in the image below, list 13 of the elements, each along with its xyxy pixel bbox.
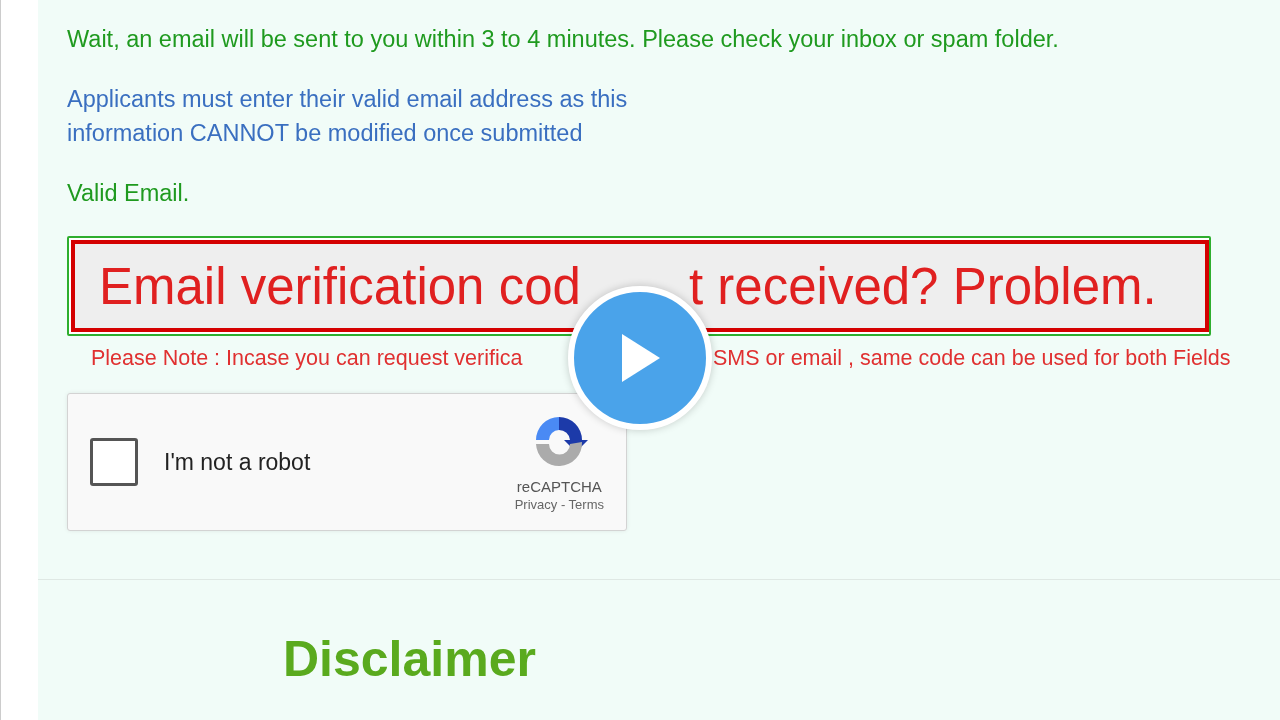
message-text: Wait, an email will be sent to you within 3 to 4 minutes. Please check your inbox or spam folder.	[67, 25, 1060, 54]
captcha-checkbox[interactable]	[90, 438, 138, 486]
privacy-terms-link[interactable]: Privacy - Terms	[514, 497, 604, 512]
email-field[interactable]: Email verification cod t received? Problem.	[67, 236, 1211, 336]
section-heading: Disclaimer	[283, 630, 537, 688]
recaptcha-label: reCAPTCHA	[516, 478, 602, 495]
message-text: Applicants must enter their valid email address as this information CANNOT be modified once submitted	[67, 85, 629, 148]
video-title-text: Email verification cod	[99, 256, 582, 316]
captcha-label: I'm not a robot	[164, 448, 312, 476]
note-text: SMS or email , same code can be used for both Fields	[713, 346, 1231, 371]
video-title-text: t received? Problem.	[689, 256, 1157, 316]
message-text: Valid Email.	[67, 179, 191, 208]
note-text: Please Note : Incase you can request verifica	[91, 346, 524, 371]
